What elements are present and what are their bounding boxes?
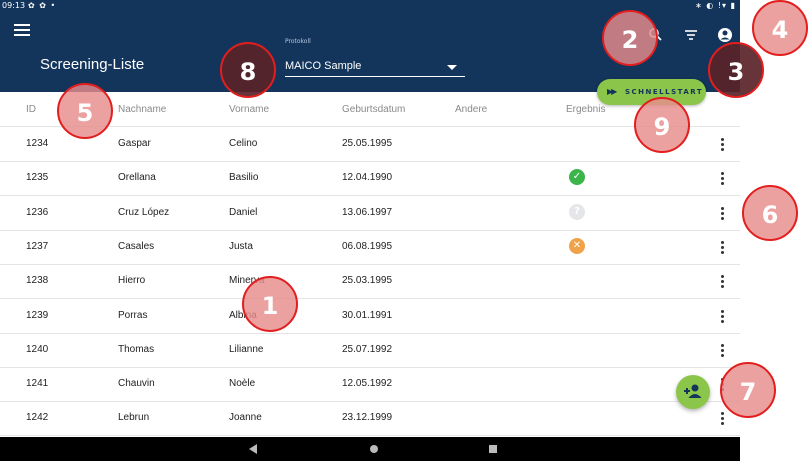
filter-icon[interactable] [682, 26, 700, 44]
cell-vorname: Daniel [229, 206, 258, 218]
cell-nachname: Thomas [118, 343, 155, 355]
table-row[interactable]: 1241 Chauvin Noèle 12.05.1992 [0, 367, 740, 403]
more-vert-icon[interactable] [718, 273, 726, 289]
callout-1: 1 [242, 276, 298, 332]
protokoll-dropdown[interactable]: MAICO Sample [285, 60, 465, 77]
table-row[interactable]: 1240 Thomas Lilianne 25.07.1992 [0, 333, 740, 368]
cell-geburtsdatum: 25.07.1992 [342, 343, 393, 355]
cell-vorname: Basilio [229, 172, 259, 184]
cell-id: 1238 [26, 275, 49, 287]
cell-id: 1235 [26, 172, 49, 184]
cell-nachname: Orellana [118, 172, 156, 184]
more-vert-icon[interactable] [718, 342, 726, 358]
notification-icons: ✿ ✿ • [28, 1, 57, 10]
callout-2: 2 [602, 10, 658, 66]
cell-nachname: Cruz López [118, 206, 170, 218]
column-header-id[interactable]: ID [26, 104, 36, 115]
cell-nachname: Chauvin [118, 378, 155, 390]
cell-vorname: Celino [229, 138, 258, 149]
cell-vorname: Justa [229, 240, 253, 252]
cell-geburtsdatum: 13.06.1997 [342, 206, 393, 218]
cell-id: 1242 [26, 412, 49, 424]
cell-nachname: Lebrun [118, 412, 150, 424]
question-icon: ? [569, 203, 585, 220]
back-icon[interactable] [249, 444, 257, 454]
column-header-nachname[interactable]: Nachname [118, 104, 166, 115]
table-row[interactable]: 1235 Orellana Basilio 12.04.1990 ✓ [0, 161, 740, 197]
more-vert-icon[interactable] [718, 205, 726, 221]
protokoll-label: Protokoll [285, 38, 311, 45]
table-row[interactable]: 1234 Gaspar Celino 25.05.1995 [0, 127, 740, 162]
cell-geburtsdatum: 30.01.1991 [342, 309, 393, 321]
cell-nachname: Hierro [118, 275, 146, 287]
cell-geburtsdatum: 06.08.1995 [342, 240, 393, 252]
cell-id: 1236 [26, 206, 49, 218]
more-vert-icon[interactable] [718, 308, 726, 324]
column-header-andere[interactable]: Andere [455, 104, 487, 115]
callout-6: 6 [742, 185, 798, 241]
cell-id: 1237 [26, 240, 49, 252]
cell-vorname: Noèle [229, 378, 256, 390]
cell-id: 1240 [26, 343, 49, 355]
close-icon: ✕ [569, 237, 585, 254]
cell-geburtsdatum: 12.04.1990 [342, 172, 393, 184]
table-row[interactable]: 1239 Porras Albina 30.01.1991 [0, 299, 740, 334]
callout-9: 9 [634, 97, 690, 153]
add-person-icon [684, 384, 702, 398]
system-nav-bar [0, 437, 740, 461]
dropdown-caret-icon [447, 65, 457, 70]
table-row[interactable]: 1237 Casales Justa 06.08.1995 ✕ [0, 230, 740, 265]
cell-geburtsdatum: 12.05.1992 [342, 378, 393, 390]
cell-geburtsdatum: 23.12.1999 [342, 412, 393, 424]
cell-id: 1239 [26, 309, 49, 321]
system-icons: ∗ ◐ !▾ ▮ [695, 1, 736, 10]
more-vert-icon[interactable] [718, 410, 726, 426]
protokoll-value: MAICO Sample [285, 60, 362, 72]
check-icon: ✓ [569, 169, 585, 186]
callout-4: 4 [752, 0, 808, 56]
status-time: 09:13 [2, 1, 26, 10]
more-vert-icon[interactable] [718, 136, 726, 152]
menu-icon[interactable] [14, 24, 30, 36]
callout-7: 7 [720, 362, 776, 418]
cell-nachname: Porras [118, 309, 148, 321]
page-title: Screening-Liste [40, 56, 145, 73]
table-row[interactable]: 1238 Hierro Minerva 25.03.1995 [0, 264, 740, 300]
app-screen: 09:13 ✿ ✿ • ∗ ◐ !▾ ▮ Screening-Liste Pro… [0, 0, 740, 461]
callout-5: 5 [57, 83, 113, 139]
cell-nachname: Gaspar [118, 138, 151, 149]
home-icon[interactable] [370, 445, 378, 453]
table-row[interactable]: 1242 Lebrun Joanne 23.12.1999 [0, 401, 740, 437]
cell-vorname: Lilianne [229, 343, 264, 355]
column-header-ergebnis[interactable]: Ergebnis [566, 104, 605, 115]
callout-8: 8 [220, 42, 276, 98]
cell-nachname: Casales [118, 240, 155, 252]
callout-3: 3 [708, 42, 764, 98]
column-header-geburtsdatum[interactable]: Geburtsdatum [342, 104, 405, 115]
table-row[interactable]: 1236 Cruz López Daniel 13.06.1997? [0, 196, 740, 231]
more-vert-icon[interactable] [718, 239, 726, 255]
recent-apps-icon[interactable] [489, 445, 497, 453]
cell-id: 1234 [26, 138, 49, 149]
cell-geburtsdatum: 25.03.1995 [342, 275, 393, 287]
add-patient-button[interactable] [676, 375, 710, 409]
cell-geburtsdatum: 25.05.1995 [342, 138, 393, 149]
cell-id: 1241 [26, 378, 49, 390]
play-icon: ▶▶ [607, 87, 617, 96]
schnellstart-label: SCHNELLSTART [625, 88, 704, 96]
more-vert-icon[interactable] [718, 170, 726, 186]
cell-vorname: Joanne [229, 412, 262, 424]
column-header-vorname[interactable]: Vorname [229, 104, 269, 115]
